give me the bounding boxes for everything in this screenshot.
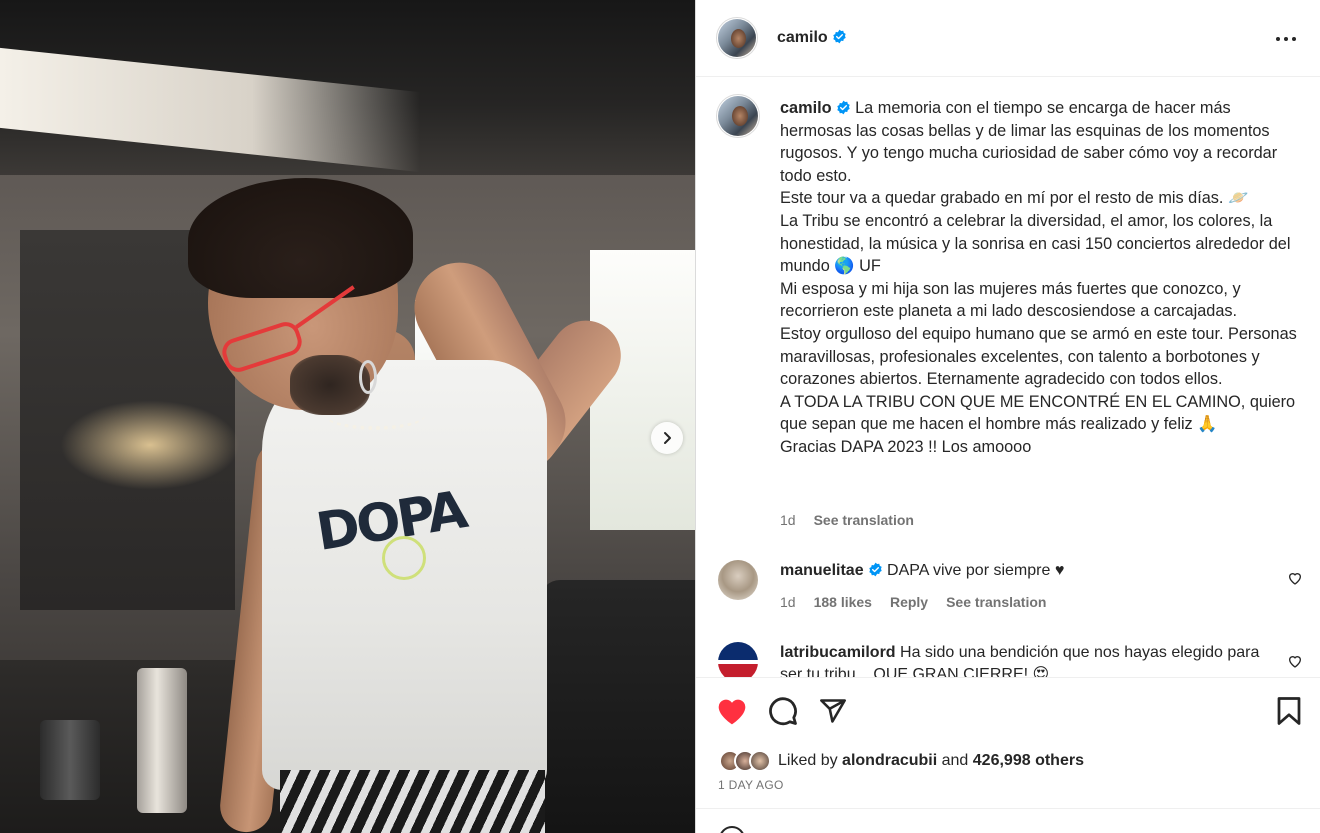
comment-likes[interactable]: 188 likes (814, 594, 872, 610)
comment-avatar[interactable] (718, 642, 758, 677)
comment-meta: 1d 188 likes Reply See translation (780, 594, 1046, 610)
comment-username[interactable]: manuelitae (780, 562, 864, 579)
caption-meta: 1d See translation (780, 512, 914, 528)
verified-badge-icon (833, 29, 846, 44)
bookmark-icon (1277, 697, 1301, 725)
caption-line: La Tribu se encontró a celebrar la diver… (780, 211, 1291, 276)
heart-icon (718, 699, 746, 725)
more-options-button[interactable] (1271, 26, 1301, 52)
photo-chair (540, 580, 695, 833)
caption-username[interactable]: camilo (780, 99, 832, 117)
comment-username[interactable]: latribucamilord (780, 644, 896, 661)
photo-cup (40, 720, 100, 800)
like-button[interactable] (715, 694, 749, 728)
post-photo[interactable]: DOPA (0, 0, 695, 833)
emoji-icon[interactable] (719, 826, 745, 833)
next-photo-button[interactable] (651, 422, 683, 454)
comment-item: manuelitae DAPA vive por siempre ♥ (780, 560, 1280, 582)
post-header: camilo (696, 0, 1320, 77)
chevron-right-icon (664, 432, 671, 444)
comment-button[interactable] (766, 694, 800, 728)
add-comment-bar[interactable] (696, 808, 1320, 833)
photo-pants (280, 770, 545, 833)
share-button[interactable] (816, 694, 850, 728)
photo-can (137, 668, 187, 813)
more-icon (1276, 37, 1296, 41)
comment-text: DAPA vive por siempre ♥ (887, 562, 1065, 579)
post-username-text[interactable]: camilo (777, 29, 828, 46)
likes-others-link[interactable]: 426,998 others (973, 752, 1084, 769)
likes-summary: Liked by alondracubii and 426,998 others (719, 748, 1084, 774)
caption-line: Este tour va a quedar grabado en mí por … (780, 189, 1249, 208)
likes-and: and (941, 752, 969, 769)
comment-avatar-image (718, 642, 758, 677)
verified-badge-icon (868, 562, 882, 577)
post-actions: Liked by alondracubii and 426,998 others… (696, 677, 1320, 833)
reply-button[interactable]: Reply (890, 594, 928, 610)
post-caption: camilo La memoria con el tiempo se encar… (780, 97, 1300, 459)
likes-prefix: Liked by (778, 752, 838, 769)
verified-badge-icon (836, 100, 850, 115)
caption-line: Estoy orgulloso del equipo humano que se… (780, 324, 1297, 389)
caption-line: Gracias DAPA 2023 !! Los amoooo (780, 437, 1032, 456)
see-translation-button[interactable]: See translation (946, 594, 1046, 610)
likes-user-link[interactable]: alondracubii (842, 752, 937, 769)
caption-text: La memoria con el tiempo se encarga de h… (780, 99, 1278, 185)
save-button[interactable] (1272, 694, 1306, 728)
caption-avatar[interactable] (718, 96, 758, 136)
liker-avatar (749, 750, 771, 772)
post-side-panel: camilo camilo La memoria con el tiempo s… (695, 0, 1320, 833)
avatar[interactable] (718, 19, 756, 57)
caption-line: A TODA LA TRIBU CON QUE ME ENCONTRÉ EN E… (780, 392, 1296, 434)
photo-necklace (325, 400, 425, 430)
post-username[interactable]: camilo (777, 29, 847, 47)
comment-avatar[interactable] (718, 560, 758, 600)
comments-list[interactable]: camilo La memoria con el tiempo se encar… (696, 77, 1320, 677)
caption-line: Mi esposa y mi hija son las mujeres más … (780, 279, 1241, 321)
comment-like-heart-icon[interactable] (1287, 570, 1303, 586)
comment-item: latribucamilord Ha sido una bendición qu… (780, 642, 1280, 677)
caption-time[interactable]: 1d (780, 512, 796, 528)
likes-text: Liked by alondracubii and 426,998 others (778, 752, 1084, 770)
caption-line: camilo La memoria con el tiempo se encar… (780, 97, 1300, 187)
comment-avatar-image (718, 560, 758, 600)
photo-window (590, 250, 695, 530)
photo-shirt-globe (382, 536, 426, 580)
photo-earring (359, 360, 377, 394)
photo-shelf-glow (60, 400, 240, 490)
post-date[interactable]: 1 DAY AGO (718, 778, 784, 792)
comment-time[interactable]: 1d (780, 594, 796, 610)
comment-like-heart-icon[interactable] (1287, 653, 1303, 669)
comment-icon (769, 697, 797, 726)
see-translation-button[interactable]: See translation (814, 512, 914, 528)
send-icon (820, 699, 846, 723)
photo-hair (188, 178, 413, 298)
